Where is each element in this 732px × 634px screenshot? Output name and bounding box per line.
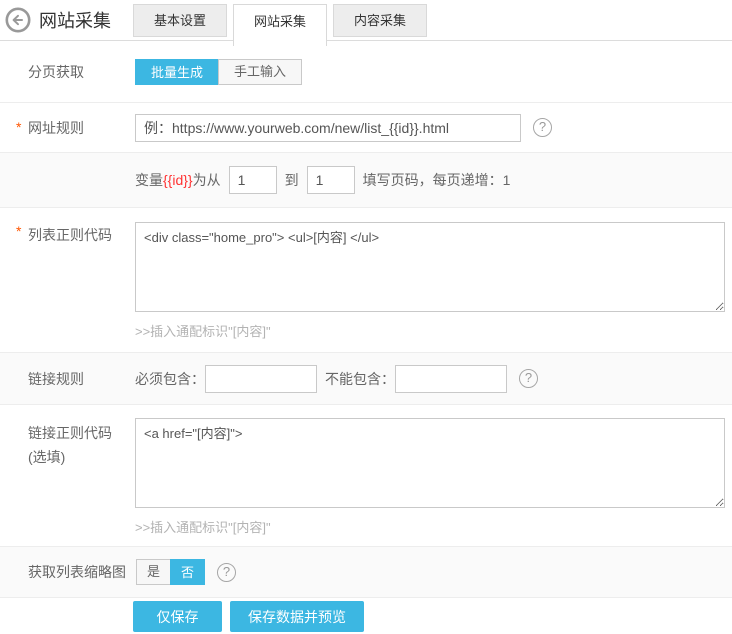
- list-regex-label: * 列表正则代码: [0, 222, 135, 245]
- list-regex-textarea[interactable]: <div class="home_pro"> <ul>[内容] </ul>: [135, 222, 725, 312]
- page-title: 网站采集: [39, 7, 111, 33]
- link-regex-insert-token-link[interactable]: >>插入通配标识"[内容]": [135, 517, 271, 536]
- required-mark: *: [16, 223, 21, 239]
- variable-token: {{id}}: [163, 172, 193, 188]
- save-and-preview-button[interactable]: 保存数据并预览: [230, 601, 364, 632]
- link-regex-sublabel: (选填): [28, 445, 135, 469]
- row-variable-range: 变量{{id}}为从 到 填写页码，每页递增：1: [0, 153, 732, 208]
- variable-to-input[interactable]: [307, 166, 355, 194]
- link-regex-textarea[interactable]: <a href="[内容]">: [135, 418, 725, 508]
- required-mark: *: [16, 119, 21, 135]
- row-actions: 仅保存 保存数据并预览: [0, 598, 732, 632]
- pagination-option-manual[interactable]: 手工输入: [218, 59, 302, 85]
- variable-text-before: 变量: [135, 170, 163, 190]
- url-rule-label: * 网址规则: [0, 118, 135, 138]
- row-link-regex: 链接正则代码 (选填) <a href="[内容]"> >>插入通配标识"[内容…: [0, 405, 732, 547]
- variable-to-text: 到: [285, 170, 299, 190]
- row-list-regex: * 列表正则代码 <div class="home_pro"> <ul>[内容]…: [0, 208, 732, 353]
- back-arrow-icon[interactable]: [5, 7, 31, 33]
- save-only-button[interactable]: 仅保存: [133, 601, 222, 632]
- must-contain-input[interactable]: [205, 365, 317, 393]
- pagination-label: 分页获取: [0, 62, 135, 82]
- thumbnail-help-icon[interactable]: ?: [217, 563, 236, 582]
- url-rule-input[interactable]: [135, 114, 521, 142]
- row-thumbnail: 获取列表缩略图 是 否 ?: [0, 547, 732, 598]
- link-regex-label: 链接正则代码 (选填): [0, 418, 135, 469]
- thumbnail-option-yes[interactable]: 是: [136, 559, 171, 585]
- pagination-toggle: 批量生成 手工输入: [135, 59, 302, 85]
- url-rule-help-icon[interactable]: ?: [533, 118, 552, 137]
- pagination-option-batch[interactable]: 批量生成: [135, 59, 219, 85]
- row-url-rule: * 网址规则 ?: [0, 103, 732, 153]
- row-link-rule: 链接规则 必须包含： 不能包含： ?: [0, 353, 732, 405]
- variable-text-mid: 为从: [193, 170, 221, 190]
- variable-from-input[interactable]: [229, 166, 277, 194]
- variable-text-after: 填写页码，每页递增：1: [363, 170, 511, 190]
- not-contain-input[interactable]: [395, 365, 507, 393]
- thumbnail-label: 获取列表缩略图: [0, 562, 136, 582]
- tab-content-collect[interactable]: 内容采集: [333, 4, 427, 37]
- list-regex-insert-token-link[interactable]: >>插入通配标识"[内容]": [135, 321, 271, 340]
- page-header: 网站采集 基本设置 网站采集 内容采集: [0, 0, 732, 41]
- tab-site-collect[interactable]: 网站采集: [233, 4, 327, 46]
- not-contain-label: 不能包含：: [325, 369, 395, 389]
- thumbnail-toggle: 是 否: [136, 559, 205, 585]
- thumbnail-option-no[interactable]: 否: [170, 559, 205, 585]
- row-pagination: 分页获取 批量生成 手工输入: [0, 41, 732, 103]
- link-rule-label: 链接规则: [0, 369, 135, 389]
- must-contain-label: 必须包含：: [135, 369, 205, 389]
- tab-basic-settings[interactable]: 基本设置: [133, 4, 227, 37]
- tab-bar: 基本设置 网站采集 内容采集: [133, 4, 427, 46]
- link-rule-help-icon[interactable]: ?: [519, 369, 538, 388]
